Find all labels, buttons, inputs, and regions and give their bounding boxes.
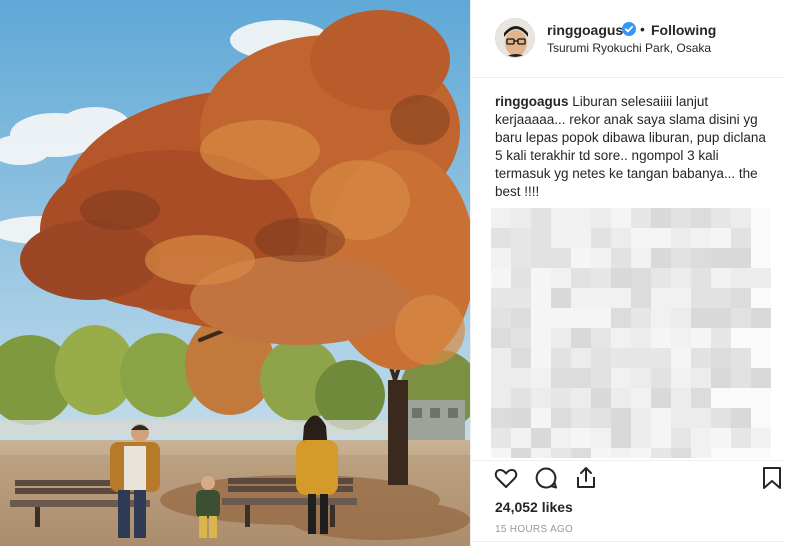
actions-divider — [471, 460, 785, 461]
post-caption: ringgoagus Liburan selesaiiii lanjut ker… — [495, 93, 767, 201]
post-photo[interactable] — [0, 0, 470, 546]
caption-username[interactable]: ringgoagus — [495, 94, 569, 109]
separator-dot: • — [640, 21, 645, 37]
following-button[interactable]: Following — [651, 22, 716, 38]
avatar-image — [496, 19, 534, 57]
park-photo-illustration — [0, 0, 470, 546]
bookmark-icon[interactable] — [759, 465, 785, 491]
post-side-panel: ringgoagus • Following Tsurumi Ryokuchi … — [470, 0, 785, 546]
redacted-comments-area — [491, 208, 771, 458]
post-header: ringgoagus • Following Tsurumi Ryokuchi … — [471, 0, 785, 78]
bottom-divider — [471, 541, 785, 542]
verified-badge-icon — [622, 22, 636, 36]
heart-icon[interactable] — [493, 465, 519, 491]
post-timestamp[interactable]: 15 HOURS AGO — [495, 524, 573, 535]
post-username[interactable]: ringgoagus — [547, 22, 623, 38]
post-location[interactable]: Tsurumi Ryokuchi Park, Osaka — [547, 41, 711, 55]
avatar[interactable] — [495, 18, 535, 58]
likes-count[interactable]: 24,052 likes — [495, 499, 573, 515]
caption-text: Liburan selesaiiii lanjut kerjaaaaa... r… — [495, 94, 766, 199]
share-icon[interactable] — [573, 465, 599, 491]
comment-icon[interactable] — [533, 465, 559, 491]
